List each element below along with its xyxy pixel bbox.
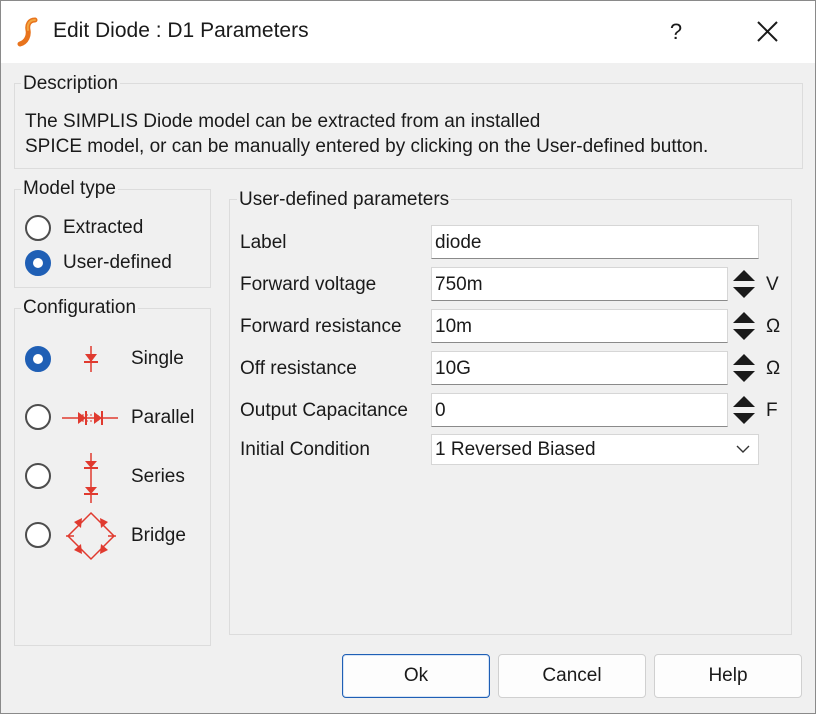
parameters-group-title: User-defined parameters [237, 189, 452, 211]
series-label[interactable]: Series [131, 466, 185, 488]
simplis-app-icon [17, 17, 38, 47]
window-title: Edit Diode : D1 Parameters [53, 19, 309, 42]
help-question-button[interactable]: ? [653, 9, 699, 55]
chevron-down-icon [736, 445, 750, 453]
forward-resistance-unit: Ω [766, 316, 781, 337]
ok-button[interactable]: Ok [342, 654, 490, 698]
extracted-label[interactable]: Extracted [63, 217, 143, 239]
forward-voltage-input[interactable]: 750m [431, 267, 728, 301]
configuration-group-title: Configuration [21, 297, 139, 319]
off-resistance-spinner-icon[interactable] [731, 351, 757, 385]
forward-voltage-spinner-icon[interactable] [731, 267, 757, 301]
bridge-label[interactable]: Bridge [131, 525, 186, 547]
model-type-group-title: Model type [21, 178, 118, 200]
output-capacitance-spinner-icon[interactable] [731, 393, 757, 427]
description-line-1: The SIMPLIS Diode model can be extracted… [25, 111, 541, 132]
parallel-radio[interactable] [25, 404, 51, 430]
forward-voltage-label: Forward voltage [240, 274, 377, 295]
forward-voltage-unit: V [766, 274, 779, 295]
description-group-title: Description [21, 73, 121, 95]
user-defined-label[interactable]: User-defined [63, 252, 172, 274]
cancel-button[interactable]: Cancel [498, 654, 646, 698]
series-radio[interactable] [25, 463, 51, 489]
forward-resistance-label: Forward resistance [240, 316, 402, 337]
forward-resistance-spinner-icon[interactable] [731, 309, 757, 343]
description-text: The SIMPLIS Diode model can be extracted… [25, 109, 708, 159]
label-input[interactable]: diode [431, 225, 759, 259]
forward-resistance-input[interactable]: 10m [431, 309, 728, 343]
user-defined-radio[interactable] [25, 250, 51, 276]
single-radio[interactable] [25, 346, 51, 372]
close-icon[interactable] [739, 9, 795, 55]
single-label[interactable]: Single [131, 348, 184, 370]
dialog-window: Edit Diode : D1 Parameters ? Description… [0, 0, 816, 714]
output-capacitance-unit: F [766, 400, 778, 421]
description-line-2: SPICE model, or can be manually entered … [25, 136, 709, 157]
parallel-diode-icon [62, 411, 118, 425]
bridge-diode-icon [66, 511, 116, 561]
off-resistance-input[interactable]: 10G [431, 351, 728, 385]
series-diode-icon [84, 453, 98, 503]
help-button[interactable]: Help [654, 654, 802, 698]
extracted-radio[interactable] [25, 215, 51, 241]
output-capacitance-label: Output Capacitance [240, 400, 408, 421]
bridge-radio[interactable] [25, 522, 51, 548]
initial-condition-select[interactable]: 1 Reversed Biased [431, 434, 759, 465]
output-capacitance-input[interactable]: 0 [431, 393, 728, 427]
off-resistance-unit: Ω [766, 358, 781, 379]
single-diode-icon [84, 346, 98, 372]
initial-condition-label: Initial Condition [240, 439, 370, 460]
label-field-label: Label [240, 232, 287, 253]
off-resistance-label: Off resistance [240, 358, 357, 379]
title-bar: Edit Diode : D1 Parameters ? [1, 1, 815, 63]
parallel-label[interactable]: Parallel [131, 407, 194, 429]
initial-condition-value: 1 Reversed Biased [435, 439, 596, 460]
